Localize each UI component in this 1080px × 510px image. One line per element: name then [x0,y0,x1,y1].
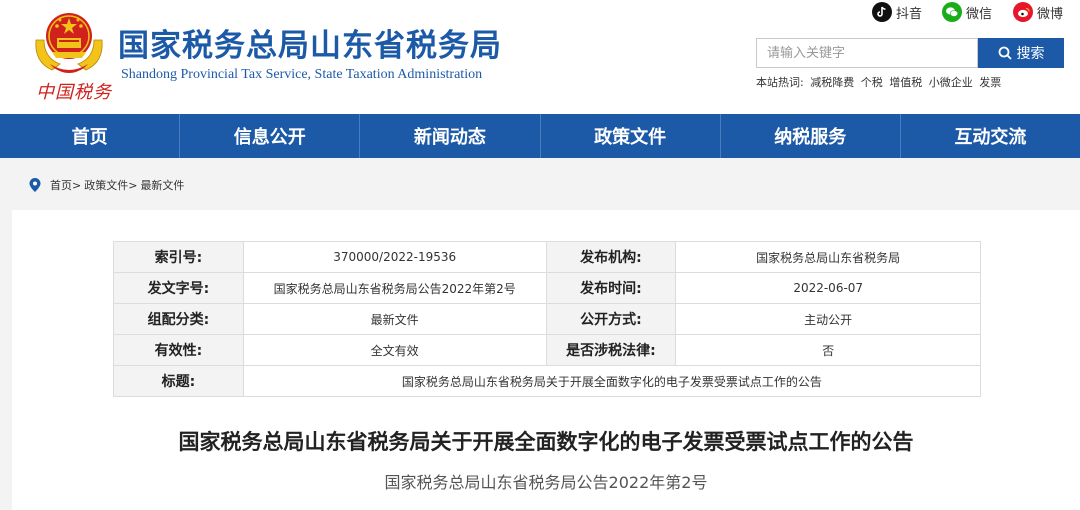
main-nav: 首页 信息公开 新闻动态 政策文件 纳税服务 互动交流 [0,114,1080,158]
site-subtitle: Shandong Provincial Tax Service, State T… [121,67,483,82]
table-row: 有效性: 全文有效 是否涉税法律: 否 [113,334,981,366]
table-row: 组配分类: 最新文件 公开方式: 主动公开 [113,303,981,335]
nav-item-interaction[interactable]: 互动交流 [901,114,1080,158]
nav-item-policy[interactable]: 政策文件 [541,114,721,158]
site-title[interactable]: 国家税务总局山东省税务局 [118,20,502,65]
breadcrumb-policy[interactable]: 政策文件> [84,177,137,193]
hotword-link[interactable]: 个税 [861,76,883,89]
social-label: 微博 [1037,6,1064,22]
social-douyin-link[interactable]: 抖音 [872,2,922,22]
meta-table: 索引号: 370000/2022-19536 发布机构: 国家税务总局山东省税务… [113,241,982,397]
meta-value: 国家税务总局山东省税务局 [675,241,981,273]
location-pin-icon [29,178,41,192]
search-box [756,38,978,68]
meta-value: 主动公开 [675,303,981,335]
meta-key: 组配分类: [113,303,244,335]
meta-value-title: 国家税务总局山东省税务局关于开展全面数字化的电子发票受票试点工作的公告 [242,365,982,397]
nav-item-news[interactable]: 新闻动态 [360,114,541,158]
meta-key: 是否涉税法律: [545,334,677,366]
meta-key: 索引号: [113,241,244,273]
search-icon [998,46,1012,60]
douyin-icon [872,2,892,22]
table-row: 标题: 国家税务总局山东省税务局关于开展全面数字化的电子发票受票试点工作的公告 [113,365,982,397]
content-panel: 索引号: 370000/2022-19536 发布机构: 国家税务总局山东省税务… [12,210,1080,510]
search-input[interactable] [757,39,977,67]
article-title: 国家税务总局山东省税务局关于开展全面数字化的电子发票受票试点工作的公告 [178,430,914,454]
nav-item-home[interactable]: 首页 [0,114,181,158]
meta-key: 发布机构: [545,241,677,273]
social-label: 微信 [966,6,993,22]
meta-key: 公开方式: [545,303,677,335]
meta-value: 全文有效 [242,334,547,366]
search-button[interactable]: 搜索 [978,38,1064,68]
social-wechat-link[interactable]: 微信 [942,2,992,22]
weibo-icon [1013,2,1033,22]
meta-key: 有效性: [113,334,244,366]
meta-value: 370000/2022-19536 [242,241,547,273]
site-header: 中国税务 国家税务总局山东省税务局 Shandong Provincial Ta… [0,0,1080,114]
hotword-link[interactable]: 增值税 [889,76,922,89]
nav-item-info-disclosure[interactable]: 信息公开 [180,114,361,158]
breadcrumb-home[interactable]: 首页> [50,177,81,193]
meta-value: 国家税务总局山东省税务局公告2022年第2号 [242,272,547,304]
meta-value: 最新文件 [242,303,547,335]
logo-text: 中国税务 [36,82,112,103]
meta-key: 发布时间: [545,272,677,304]
breadcrumb-latest[interactable]: 最新文件 [140,177,184,193]
hotword-link[interactable]: 发票 [979,76,1001,89]
meta-value: 否 [675,334,981,366]
breadcrumb: 首页> 政策文件> 最新文件 [28,177,184,193]
search-button-label: 搜索 [1016,46,1045,62]
hotwords-label: 本站热词: [756,76,804,89]
meta-key: 标题: [113,365,244,397]
hotwords: 本站热词: 减税降费 个税 增值税 小微企业 发票 [756,74,1004,90]
social-weibo-link[interactable]: 微博 [1013,2,1063,22]
wechat-icon [942,2,962,22]
tax-emblem-icon [35,13,103,73]
article-doc-number: 国家税务总局山东省税务局公告2022年第2号 [384,473,708,492]
social-label: 抖音 [896,6,923,22]
meta-key: 发文字号: [113,272,244,304]
nav-item-tax-service[interactable]: 纳税服务 [721,114,901,158]
meta-value: 2022-06-07 [675,272,981,304]
hotword-link[interactable]: 小微企业 [929,76,973,89]
table-row: 发文字号: 国家税务总局山东省税务局公告2022年第2号 发布时间: 2022-… [113,272,981,304]
table-row: 索引号: 370000/2022-19536 发布机构: 国家税务总局山东省税务… [113,241,981,273]
hotword-link[interactable]: 减税降费 [810,76,854,89]
